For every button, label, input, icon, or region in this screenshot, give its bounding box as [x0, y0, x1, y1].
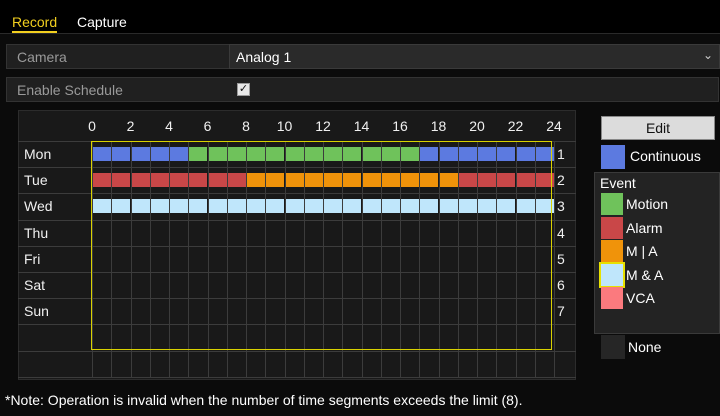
tab-record[interactable]: Record	[12, 13, 58, 33]
hour-label: 10	[276, 118, 293, 134]
day-label-sat: Sat	[24, 277, 46, 293]
enable-schedule-label: Enable Schedule	[17, 82, 123, 98]
hour-label: 2	[126, 118, 135, 134]
day-label-thu: Thu	[24, 224, 49, 241]
legend-label: VCA	[626, 290, 655, 306]
tab-divider	[0, 33, 720, 34]
hour-label: 4	[165, 118, 173, 134]
legend-swatch[interactable]	[601, 217, 623, 239]
day-number: 7	[557, 303, 565, 320]
hour-label: 14	[353, 118, 370, 134]
segment-limit-note: *Note: Operation is invalid when the num…	[5, 392, 523, 408]
enable-schedule-checkbox[interactable]: ✓	[237, 83, 250, 96]
hour-label: 6	[203, 118, 212, 134]
day-label-sun: Sun	[24, 303, 49, 320]
legend-label-continuous: Continuous	[630, 148, 701, 164]
grid-row-line	[18, 351, 576, 352]
legend-swatch[interactable]	[601, 240, 623, 262]
hour-label: 24	[546, 118, 562, 134]
camera-label: Camera	[17, 49, 67, 65]
grid-column-line	[554, 141, 555, 377]
edit-button[interactable]: Edit	[601, 116, 715, 140]
legend-label: M & A	[626, 267, 664, 283]
day-number: 4	[557, 224, 565, 241]
hour-label: 0	[88, 118, 96, 134]
grid-row-line	[18, 377, 576, 378]
legend-label: Alarm	[626, 220, 663, 236]
legend-label-none: None	[628, 339, 662, 355]
hour-label: 12	[315, 118, 331, 134]
camera-row: Camera Analog 1 ⌄	[6, 44, 720, 69]
day-label-wed: Wed	[24, 198, 53, 215]
hour-label: 8	[242, 118, 250, 134]
legend-swatch[interactable]	[599, 262, 625, 288]
legend-event-heading: Event	[600, 175, 636, 191]
day-number: 5	[557, 250, 565, 267]
hour-label: 18	[430, 118, 447, 134]
enable-schedule-row: Enable Schedule ✓	[6, 77, 719, 102]
hour-label: 22	[507, 118, 524, 134]
tab-capture[interactable]: Capture	[77, 13, 127, 31]
legend-label: Motion	[626, 196, 669, 212]
chevron-down-icon: ⌄	[702, 48, 713, 62]
day-number: 3	[557, 198, 565, 215]
day-number: 1	[557, 146, 565, 162]
camera-select-value: Analog 1	[236, 49, 292, 65]
day-label-tue: Tue	[24, 172, 48, 189]
legend-label: M | A	[626, 243, 658, 259]
legend-swatch[interactable]	[601, 193, 623, 215]
hour-label: 20	[469, 118, 485, 134]
day-number: 2	[557, 172, 565, 189]
hour-label: 16	[392, 118, 408, 134]
legend-swatch[interactable]	[601, 287, 623, 309]
schedule-selection-frame	[91, 141, 552, 350]
day-number: 6	[557, 277, 565, 293]
top-bar: Record Capture	[0, 0, 720, 34]
legend-swatch-none[interactable]	[601, 335, 625, 359]
day-label-fri: Fri	[24, 250, 41, 267]
day-label-mon: Mon	[24, 146, 52, 162]
camera-select[interactable]: Analog 1 ⌄	[229, 44, 720, 69]
legend-swatch-continuous[interactable]	[601, 145, 625, 169]
